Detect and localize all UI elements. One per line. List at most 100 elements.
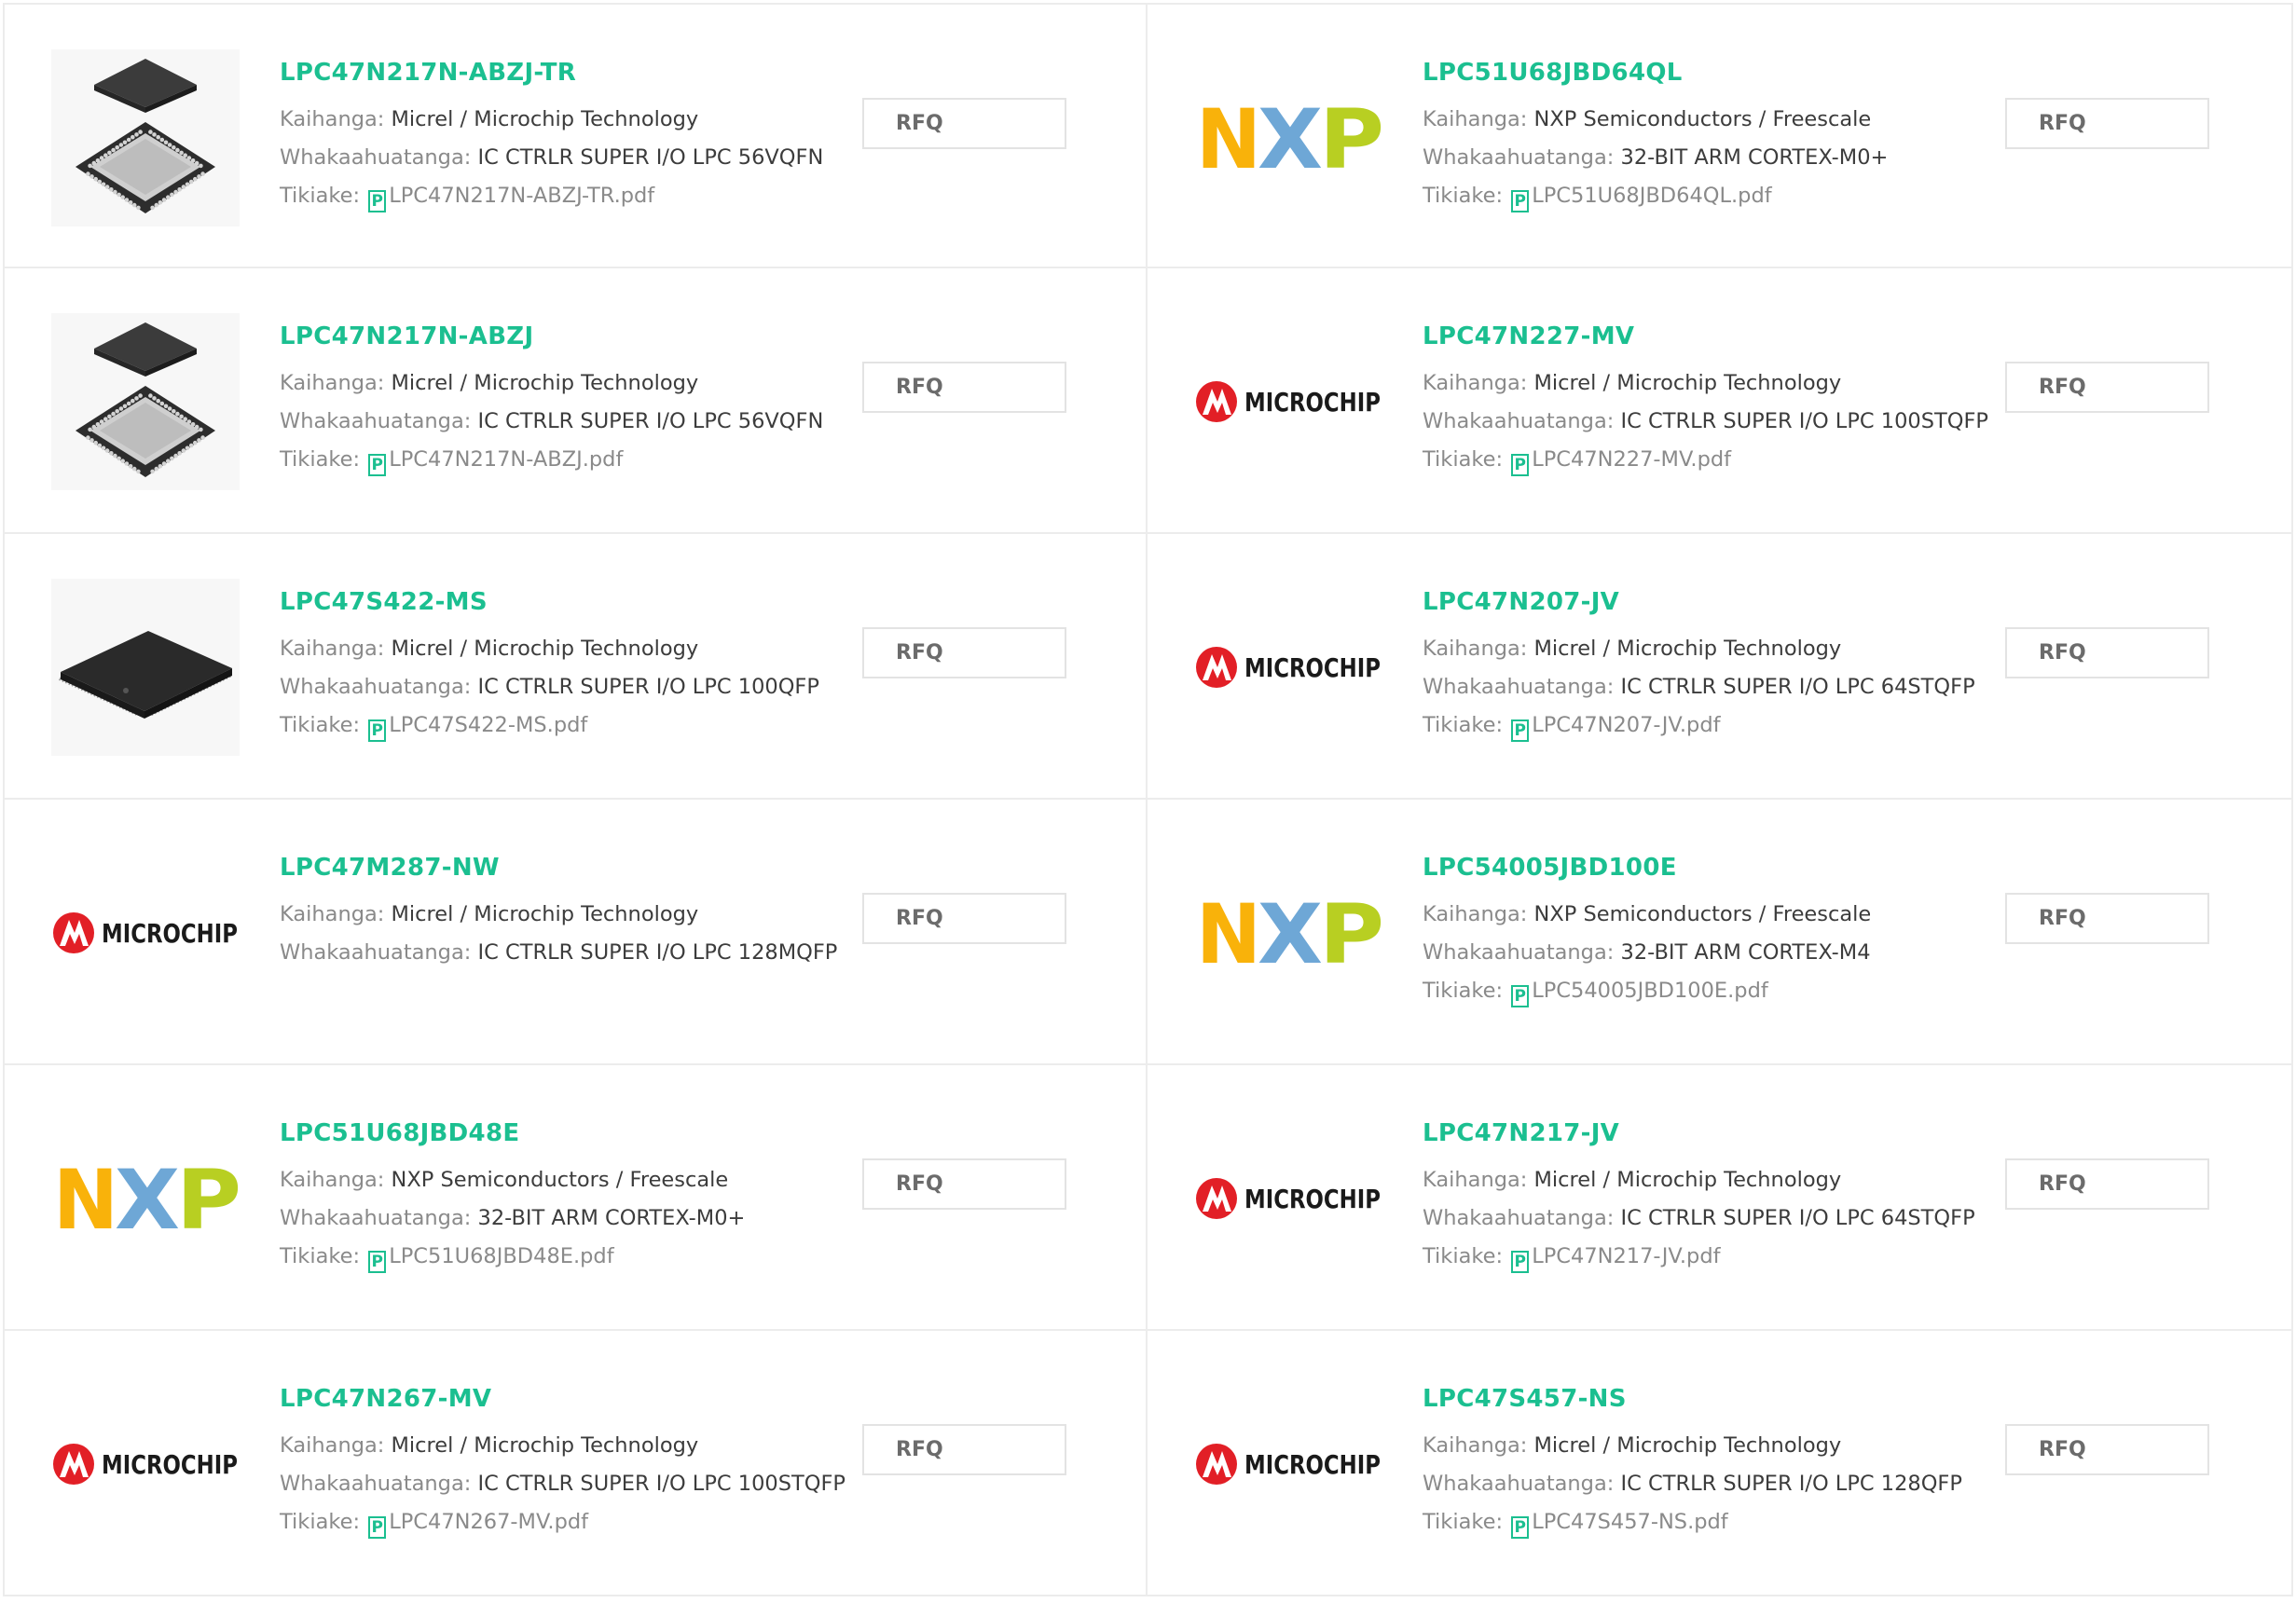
description-value: 32-BIT ARM CORTEX-M4 <box>1620 940 1871 965</box>
product-info: LPC47N217-JV Kaihanga: Micrel / Microchi… <box>1423 1117 2019 1273</box>
rfq-button[interactable]: RFQ <box>2005 98 2209 149</box>
part-number-link[interactable]: LPC47S422-MS <box>280 586 876 618</box>
datasheet-link[interactable]: P LPC54005JBD100E.pdf <box>1509 979 1768 1007</box>
manufacturer-row: Kaihanga: Micrel / Microchip Technology <box>1423 1432 2019 1459</box>
product-info: LPC47M287-NW Kaihanga: Micrel / Microchi… <box>280 852 876 966</box>
pdf-file-icon: P <box>1511 719 1530 742</box>
product-image[interactable]: NXP <box>51 1110 240 1287</box>
manufacturer-label: Kaihanga: <box>1423 637 1528 661</box>
manufacturer-label: Kaihanga: <box>280 1433 385 1458</box>
part-number-link[interactable]: LPC51U68JBD64QL <box>1423 57 2019 89</box>
part-number-link[interactable]: LPC47N217-JV <box>1423 1117 2019 1149</box>
rfq-button[interactable]: RFQ <box>2005 1158 2209 1210</box>
rfq-button[interactable]: RFQ <box>2005 893 2209 944</box>
manufacturer-label: Kaihanga: <box>280 371 385 395</box>
part-number-link[interactable]: LPC47N267-MV <box>280 1383 876 1415</box>
part-number-link[interactable]: LPC51U68JBD48E <box>280 1117 876 1149</box>
product-image[interactable]: MICROCHIP <box>51 1376 240 1553</box>
description-row: Whakaahuatanga: IC CTRLR SUPER I/O LPC 5… <box>280 144 876 171</box>
rfq-button[interactable]: RFQ <box>2005 627 2209 678</box>
pdf-file-icon: P <box>1511 190 1530 212</box>
description-row: Whakaahuatanga: IC CTRLR SUPER I/O LPC 6… <box>1423 1205 2019 1231</box>
product-card: MICROCHIP LPC47N267-MV Kaihanga: Micrel … <box>3 1331 1148 1596</box>
manufacturer-row: Kaihanga: Micrel / Microchip Technology <box>1423 370 2019 396</box>
manufacturer-row: Kaihanga: Micrel / Microchip Technology <box>280 636 876 662</box>
datasheet-label: Tikiake: <box>280 713 361 737</box>
description-value: 32-BIT ARM CORTEX-M0+ <box>1620 145 1889 170</box>
product-image[interactable] <box>51 579 240 756</box>
datasheet-label: Tikiake: <box>280 447 361 472</box>
manufacturer-value: Micrel / Microchip Technology <box>391 902 699 926</box>
product-card: MICROCHIP LPC47M287-NW Kaihanga: Micrel … <box>3 800 1148 1065</box>
manufacturer-row: Kaihanga: NXP Semiconductors / Freescale <box>280 1167 876 1193</box>
part-number-link[interactable]: LPC54005JBD100E <box>1423 852 2019 884</box>
microchip-wordmark: MICROCHIP <box>1244 652 1381 683</box>
description-label: Whakaahuatanga: <box>1423 409 1615 433</box>
part-number-link[interactable]: LPC47N217N-ABZJ-TR <box>280 57 876 89</box>
description-row: Whakaahuatanga: IC CTRLR SUPER I/O LPC 1… <box>280 674 876 700</box>
product-info: LPC47S422-MS Kaihanga: Micrel / Microchi… <box>280 586 876 742</box>
manufacturer-value: Micrel / Microchip Technology <box>391 637 699 661</box>
part-number-link[interactable]: LPC47N227-MV <box>1423 321 2019 352</box>
datasheet-label: Tikiake: <box>1423 713 1504 737</box>
product-image[interactable]: MICROCHIP <box>1194 1376 1382 1553</box>
description-value: 32-BIT ARM CORTEX-M0+ <box>477 1206 746 1230</box>
datasheet-link[interactable]: P LPC47S422-MS.pdf <box>366 713 587 742</box>
datasheet-link[interactable]: P LPC51U68JBD48E.pdf <box>366 1244 614 1273</box>
description-row: Whakaahuatanga: IC CTRLR SUPER I/O LPC 1… <box>1423 1471 2019 1497</box>
manufacturer-label: Kaihanga: <box>1423 371 1528 395</box>
rfq-button[interactable]: RFQ <box>2005 362 2209 413</box>
product-image[interactable]: MICROCHIP <box>1194 313 1382 490</box>
product-card: NXP LPC51U68JBD48E Kaihanga: NXP Semicon… <box>3 1065 1148 1331</box>
datasheet-link[interactable]: P LPC47N267-MV.pdf <box>366 1510 588 1539</box>
pdf-file-icon: P <box>368 190 387 212</box>
product-image[interactable] <box>51 313 240 490</box>
datasheet-link[interactable]: P LPC51U68JBD64QL.pdf <box>1509 184 1772 212</box>
part-number-link[interactable]: LPC47N207-JV <box>1423 586 2019 618</box>
rfq-button[interactable]: RFQ <box>862 627 1066 678</box>
datasheet-link[interactable]: P LPC47N217N-ABZJ.pdf <box>366 447 624 476</box>
product-image[interactable]: NXP <box>1194 49 1382 226</box>
rfq-button[interactable]: RFQ <box>862 1424 1066 1475</box>
datasheet-link[interactable]: P LPC47N207-JV.pdf <box>1509 713 1721 742</box>
product-card: NXP LPC51U68JBD64QL Kaihanga: NXP Semico… <box>1148 3 2293 268</box>
nxp-logo-letter: N <box>1196 896 1261 970</box>
product-info: LPC47S457-NS Kaihanga: Micrel / Microchi… <box>1423 1383 2019 1539</box>
datasheet-label: Tikiake: <box>1423 1244 1504 1268</box>
description-label: Whakaahuatanga: <box>1423 1472 1615 1496</box>
datasheet-row: Tikiake: P LPC47S457-NS.pdf <box>1423 1509 2019 1539</box>
rfq-button[interactable]: RFQ <box>862 893 1066 944</box>
product-image[interactable] <box>51 49 240 226</box>
rfq-button[interactable]: RFQ <box>862 1158 1066 1210</box>
description-label: Whakaahuatanga: <box>280 1206 472 1230</box>
datasheet-label: Tikiake: <box>280 1244 361 1268</box>
microchip-logo: MICROCHIP <box>1196 647 1381 688</box>
rfq-button[interactable]: RFQ <box>862 98 1066 149</box>
product-image[interactable]: MICROCHIP <box>1194 579 1382 756</box>
datasheet-row: Tikiake: P LPC51U68JBD64QL.pdf <box>1423 183 2019 212</box>
qfn-chip-photo <box>51 313 240 490</box>
part-number-link[interactable]: LPC47M287-NW <box>280 852 876 884</box>
product-image[interactable]: MICROCHIP <box>1194 1110 1382 1287</box>
pdf-file-icon: P <box>1511 1516 1530 1539</box>
rfq-button[interactable]: RFQ <box>2005 1424 2209 1475</box>
datasheet-link[interactable]: P LPC47S457-NS.pdf <box>1509 1510 1728 1539</box>
datasheet-link[interactable]: P LPC47N217N-ABZJ-TR.pdf <box>366 184 654 212</box>
microchip-wordmark: MICROCHIP <box>102 918 238 949</box>
datasheet-link[interactable]: P LPC47N227-MV.pdf <box>1509 447 1731 476</box>
part-number-link[interactable]: LPC47S457-NS <box>1423 1383 2019 1415</box>
pdf-file-icon: P <box>1511 1251 1530 1273</box>
product-image[interactable]: NXP <box>1194 844 1382 1021</box>
datasheet-filename: LPC47N217N-ABZJ.pdf <box>389 447 624 472</box>
part-number-link[interactable]: LPC47N217N-ABZJ <box>280 321 876 352</box>
microchip-logo: MICROCHIP <box>1196 381 1381 422</box>
nxp-logo-letter: P <box>176 1161 240 1236</box>
product-card: LPC47S422-MS Kaihanga: Micrel / Microchi… <box>3 534 1148 800</box>
microchip-wordmark: MICROCHIP <box>1244 1184 1381 1214</box>
nxp-logo-letter: X <box>1258 101 1323 175</box>
product-image[interactable]: MICROCHIP <box>51 844 240 1021</box>
description-row: Whakaahuatanga: IC CTRLR SUPER I/O LPC 6… <box>1423 674 2019 700</box>
manufacturer-label: Kaihanga: <box>280 637 385 661</box>
rfq-button[interactable]: RFQ <box>862 362 1066 413</box>
datasheet-link[interactable]: P LPC47N217-JV.pdf <box>1509 1244 1721 1273</box>
